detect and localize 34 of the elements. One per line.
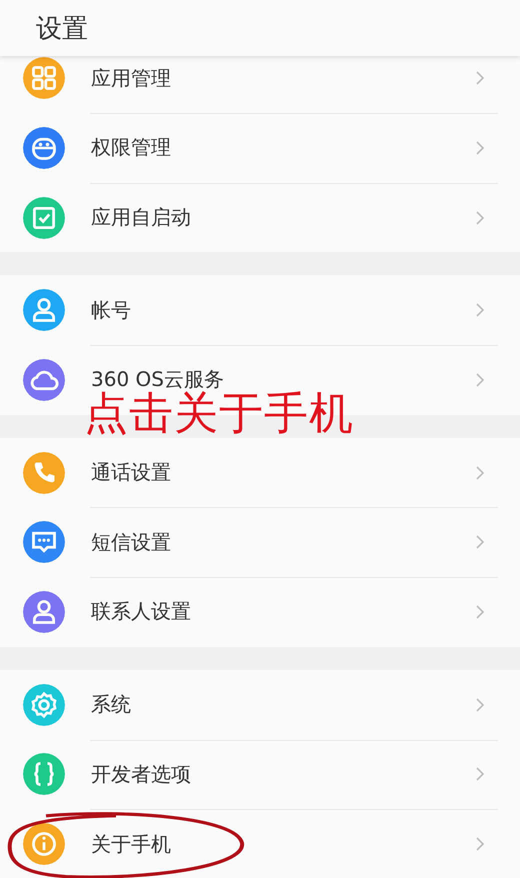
item-label: 联系人设置 [91, 598, 192, 626]
item-label: 权限管理 [91, 134, 172, 162]
settings-item[interactable]: 应用管理 [0, 56, 520, 113]
item-label: 帐号 [91, 296, 132, 324]
item-label: 关于手机 [91, 830, 172, 858]
chevron-icon [474, 138, 486, 157]
annotation-text: 点击关于手机 [84, 392, 354, 436]
page-title: 设置 [36, 12, 88, 46]
item-label: 360 OS云服务 [91, 366, 225, 392]
item-label: 开发者选项 [91, 760, 192, 788]
chevron-icon [474, 696, 486, 714]
settings-item[interactable]: 开发者选项 [0, 740, 520, 810]
settings-item[interactable]: 联系人设置 [0, 577, 520, 647]
chevron-icon [474, 602, 486, 621]
chevron-icon [474, 835, 486, 854]
settings-item[interactable]: 权限管理 [0, 113, 520, 183]
settings-item[interactable]: 短信设置 [0, 507, 520, 578]
item-label: 应用管理 [91, 64, 172, 92]
item-label: 应用自启动 [91, 204, 192, 232]
chevron-icon [474, 533, 486, 552]
settings-item[interactable]: 应用自启动 [0, 182, 520, 252]
item-label: 系统 [91, 691, 132, 718]
chevron-icon [474, 301, 486, 320]
settings-item[interactable]: 关于手机 [0, 809, 520, 878]
chevron-icon [474, 208, 486, 227]
chevron-icon [474, 370, 486, 389]
chevron-icon [474, 464, 486, 482]
settings-item[interactable]: 系统 [0, 670, 520, 740]
settings-item[interactable]: 通话设置 [0, 438, 520, 508]
settings-item[interactable]: 帐号 [0, 275, 520, 346]
item-label: 短信设置 [91, 528, 172, 556]
item-label: 通话设置 [91, 459, 172, 486]
chevron-icon [474, 765, 486, 784]
chevron-icon [474, 69, 486, 87]
